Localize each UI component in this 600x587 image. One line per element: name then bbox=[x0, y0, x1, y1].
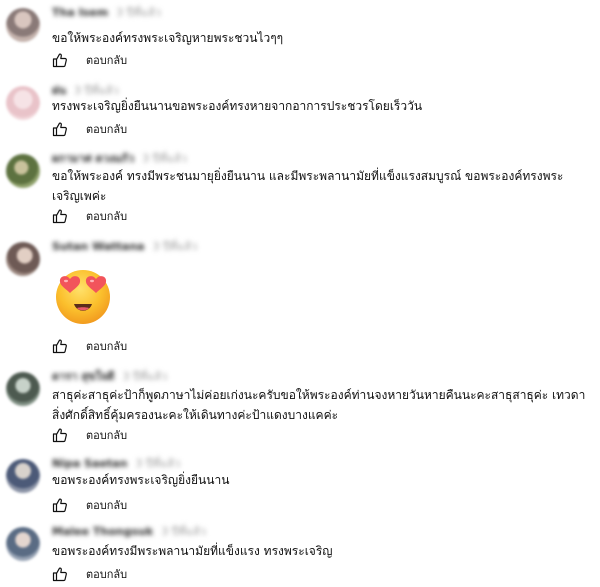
author-name[interactable]: Tha Isem bbox=[52, 6, 108, 19]
comment-time[interactable]: 3 ปีที่แล้ว bbox=[152, 237, 197, 255]
avatar[interactable] bbox=[6, 242, 40, 276]
reply-button[interactable]: ตอบกลับ bbox=[86, 207, 127, 225]
comment-actions: ตอบกลับ bbox=[52, 336, 127, 356]
comment-actions: ตอบกลับ bbox=[52, 495, 127, 515]
reply-button[interactable]: ตอบกลับ bbox=[86, 337, 127, 355]
author-name[interactable]: ดารา สุขใจดี bbox=[52, 367, 114, 385]
comment-actions: ตอบกลับ bbox=[52, 206, 127, 226]
thumbs-up-icon[interactable] bbox=[52, 566, 68, 582]
reply-button[interactable]: ตอบกลับ bbox=[86, 120, 127, 138]
author-row: ผกามาศ ดวงแก้ว 3 ปีที่แล้ว bbox=[52, 148, 187, 168]
thumbs-up-icon[interactable] bbox=[52, 52, 68, 68]
avatar[interactable] bbox=[6, 527, 40, 561]
comment-time[interactable]: 3 ปีที่แล้ว bbox=[161, 522, 206, 540]
author-name[interactable]: Malee Thongsuk bbox=[52, 525, 153, 538]
comment-actions: ตอบกลับ bbox=[52, 119, 127, 139]
comment-text: ขอให้พระองค์ ทรงมีพระชนมายุยิ่งยืนนาน แล… bbox=[52, 169, 564, 203]
thumbs-up-icon[interactable] bbox=[52, 121, 68, 137]
thumbs-up-icon[interactable] bbox=[52, 338, 68, 354]
avatar[interactable] bbox=[6, 372, 40, 406]
comment-text: ทรงพระเจริญยิ่งยืนนานขอพระองค์ทรงหายจากอ… bbox=[52, 99, 423, 113]
avatar[interactable] bbox=[6, 8, 40, 42]
thumbs-up-icon[interactable] bbox=[52, 427, 68, 443]
comment-text: ขอพระองค์ทรงพระเจริญยิ่งยืนนาน bbox=[52, 473, 230, 487]
comment-actions: ตอบกลับ bbox=[52, 564, 127, 584]
author-row: Malee Thongsuk 3 ปีที่แล้ว bbox=[52, 521, 206, 541]
comment-text: ขอให้พระองค์ทรงพระเจริญหายพระชวนไวๆๆ bbox=[52, 31, 284, 45]
author-row: ดารา สุขใจดี 3 ปีที่แล้ว bbox=[52, 366, 167, 386]
reply-button[interactable]: ตอบกลับ bbox=[86, 426, 127, 444]
comment-actions: ตอบกลับ bbox=[52, 50, 127, 70]
comment-text: สาธุค่ะสาธุค่ะป้าก็พูดภาษาไม่ค่อยเก่งนะค… bbox=[52, 388, 586, 422]
comment-time[interactable]: 3 ปีที่แล้ว bbox=[122, 367, 167, 385]
thumbs-up-icon[interactable] bbox=[52, 208, 68, 224]
avatar[interactable] bbox=[6, 86, 40, 120]
author-name[interactable]: ผกามาศ ดวงแก้ว bbox=[52, 149, 134, 167]
reply-button[interactable]: ตอบกลับ bbox=[86, 565, 127, 583]
author-row: Tha Isem 3 ปีที่แล้ว bbox=[52, 2, 161, 22]
comment-time[interactable]: 3 ปีที่แล้ว bbox=[142, 149, 187, 167]
thumbs-up-icon[interactable] bbox=[52, 497, 68, 513]
comment-actions: ตอบกลับ bbox=[52, 425, 127, 445]
comment-time[interactable]: 3 ปีที่แล้ว bbox=[116, 3, 161, 21]
reply-button[interactable]: ตอบกลับ bbox=[86, 51, 127, 69]
avatar[interactable] bbox=[6, 459, 40, 493]
avatar[interactable] bbox=[6, 154, 40, 188]
comment-text: ขอพระองค์ทรงมีพระพลานามัยที่แข็งแรง ทรงพ… bbox=[52, 544, 333, 558]
author-name[interactable]: Nipa Saetan bbox=[52, 457, 127, 470]
reply-button[interactable]: ตอบกลับ bbox=[86, 496, 127, 514]
author-name[interactable]: Sutan Wattana bbox=[52, 240, 144, 253]
heart-eyes-emoji bbox=[52, 264, 114, 326]
author-row: Sutan Wattana 3 ปีที่แล้ว bbox=[52, 236, 197, 256]
